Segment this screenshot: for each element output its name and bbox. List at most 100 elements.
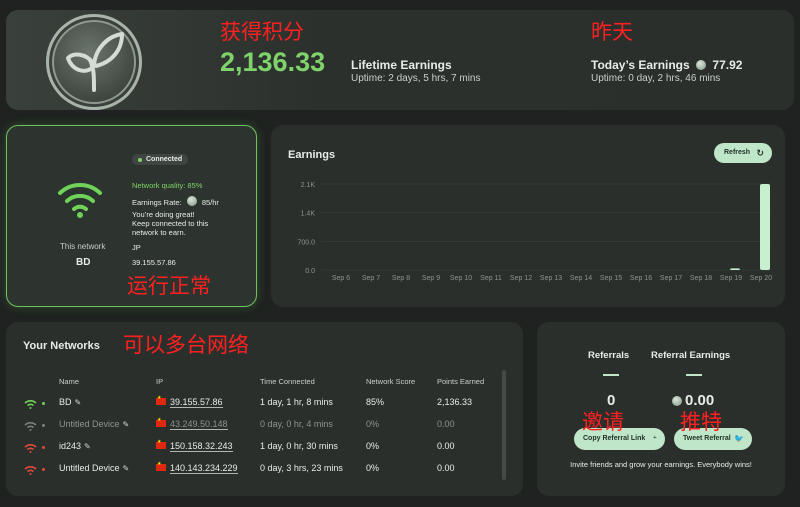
referral-earnings-divider: [686, 374, 702, 376]
wifi-icon: [24, 466, 37, 475]
x-tick-label: Sep 14: [570, 275, 592, 282]
chart-bar: [760, 184, 770, 270]
today-earnings-value: 77.92: [712, 58, 743, 72]
table-row[interactable]: Untitled Device✎ 140.143.234.229 0 day, 3 …: [6, 461, 506, 483]
points-cell: 0.00: [437, 419, 455, 429]
referrals-card: Referrals Referral Earnings 0 0.00 Copy …: [537, 322, 785, 496]
time-cell: 1 day, 0 hr, 30 mins: [260, 441, 338, 451]
china-flag-icon: [156, 439, 166, 449]
header-time: Time Connected: [260, 377, 315, 386]
network-name-cell: Untitled Device ✎: [59, 419, 130, 429]
annotation-invite: 邀请: [582, 410, 624, 434]
coin-icon: [696, 60, 707, 70]
annotation-multi-network: 可以多台网络: [123, 333, 249, 357]
referral-earnings-label: Referral Earnings: [651, 350, 731, 361]
time-cell: 0 day, 3 hrs, 23 mins: [260, 463, 343, 473]
logo: [46, 14, 142, 110]
ip-cell: 43.249.50.148: [156, 417, 228, 430]
annotation-points-earned: 获得积分: [220, 20, 304, 44]
time-cell: 0 day, 0 hr, 4 mins: [260, 419, 333, 429]
status-message-1: You’re doing great!: [132, 210, 195, 219]
ip-cell: 39.155.57.86: [156, 395, 223, 408]
header-score: Network Score: [366, 377, 416, 386]
earnings-chart-card: Earnings Refresh ↻ 2.1K 1.4K 700.0 0.0 Sep 6…: [271, 125, 785, 307]
status-dot: [42, 402, 45, 405]
lifetime-uptime: Uptime: 2 days, 5 hrs, 7 mins: [351, 73, 481, 84]
table-scrollbar[interactable]: [502, 370, 506, 480]
status-dot: [42, 468, 45, 471]
chart-bar: [730, 268, 740, 270]
x-tick-label: Sep 17: [660, 275, 682, 282]
wifi-icon: [24, 422, 37, 431]
x-tick-label: Sep 12: [510, 275, 532, 282]
y-tick-label: 700.0: [297, 239, 315, 246]
time-cell: 1 day, 1 hr, 8 mins: [260, 397, 333, 407]
china-flag-icon: [156, 395, 166, 405]
earnings-rate: Earnings Rate: 85/hr: [132, 196, 219, 207]
x-tick-label: Sep 15: [600, 275, 622, 282]
coin-icon: [186, 196, 197, 206]
edit-icon[interactable]: ✎: [75, 398, 82, 407]
x-tick-label: Sep 19: [720, 275, 742, 282]
edit-icon[interactable]: ✎: [123, 464, 130, 473]
x-tick-label: Sep 13: [540, 275, 562, 282]
china-flag-icon: [156, 417, 166, 427]
network-quality: Network quality: 85%: [132, 181, 203, 190]
connected-badge: Connected: [132, 154, 189, 165]
points-cell: 0.00: [437, 441, 455, 451]
status-dot: [42, 424, 45, 427]
today-earnings: Today’s Earnings 77.92: [591, 58, 742, 72]
points-cell: 0.00: [437, 463, 455, 473]
x-tick-label: Sep 6: [332, 275, 350, 282]
referrals-label: Referrals: [588, 350, 630, 361]
y-tick-label: 1.4K: [301, 211, 316, 218]
lifetime-earnings-label: Lifetime Earnings: [351, 58, 452, 72]
summary-banner: 2,136.33 Lifetime Earnings Uptime: 2 day…: [6, 10, 794, 110]
y-tick-label: 0.0: [305, 268, 315, 275]
leaf-icon: [66, 32, 124, 92]
network-name-cell: id243 ✎: [59, 441, 91, 451]
points-cell: 2,136.33: [437, 397, 473, 407]
score-cell: 85%: [366, 397, 385, 407]
x-tick-label: Sep 18: [690, 275, 712, 282]
networks-title: Your Networks: [23, 340, 100, 352]
score-cell: 0%: [366, 419, 380, 429]
coin-icon: [672, 396, 682, 406]
table-row[interactable]: id243✎ 150.158.32.243 1 day, 0 hr, 30 mins…: [6, 439, 506, 461]
wifi-icon: [24, 400, 37, 409]
score-cell: 0%: [366, 463, 380, 473]
edit-icon[interactable]: ✎: [123, 420, 130, 429]
network-name-cell: Untitled Device ✎: [59, 463, 130, 473]
today-uptime: Uptime: 0 day, 2 hrs, 46 mins: [591, 73, 721, 84]
network-name-cell: BD ✎: [59, 397, 82, 407]
referral-note: Invite friends and grow your earnings. E…: [570, 460, 752, 469]
x-tick-label: Sep 9: [422, 275, 440, 282]
score-cell: 0%: [366, 441, 380, 451]
annotation-yesterday: 昨天: [591, 20, 633, 44]
lifetime-earnings-value: 2,136.33: [220, 47, 326, 77]
this-network-label: This network: [60, 242, 106, 251]
x-tick-label: Sep 7: [362, 275, 380, 282]
x-tick-label: Sep 10: [450, 275, 472, 282]
wifi-icon: [58, 183, 102, 218]
add-user-icon: ⁺: [652, 434, 657, 443]
annotation-running-normal: 运行正常: [127, 274, 211, 298]
x-tick-label: Sep 11: [480, 275, 502, 282]
edit-icon[interactable]: ✎: [84, 442, 91, 451]
today-earnings-label: Today’s Earnings: [591, 58, 690, 72]
network-name: BD: [76, 257, 91, 268]
status-message-3: network to earn.: [132, 228, 186, 237]
header-name: Name: [59, 377, 80, 386]
header-points: Points Earned: [437, 377, 485, 386]
header-ip: IP: [156, 377, 164, 386]
table-row[interactable]: BD✎ 39.155.57.86 1 day, 1 hr, 8 mins 85% 2,1…: [6, 395, 506, 417]
x-tick-label: Sep 16: [630, 275, 652, 282]
country-code: JP: [132, 243, 141, 252]
y-tick-label: 2.1K: [301, 182, 316, 189]
referrals-divider: [603, 374, 619, 376]
china-flag-icon: [156, 461, 166, 471]
table-row[interactable]: Untitled Device✎ 43.249.50.148 0 day, 0 hr…: [6, 417, 506, 439]
x-tick-label: Sep 20: [750, 275, 772, 282]
status-message-2: Keep connected to this: [132, 219, 209, 228]
ip-cell: 140.143.234.229: [156, 461, 238, 474]
